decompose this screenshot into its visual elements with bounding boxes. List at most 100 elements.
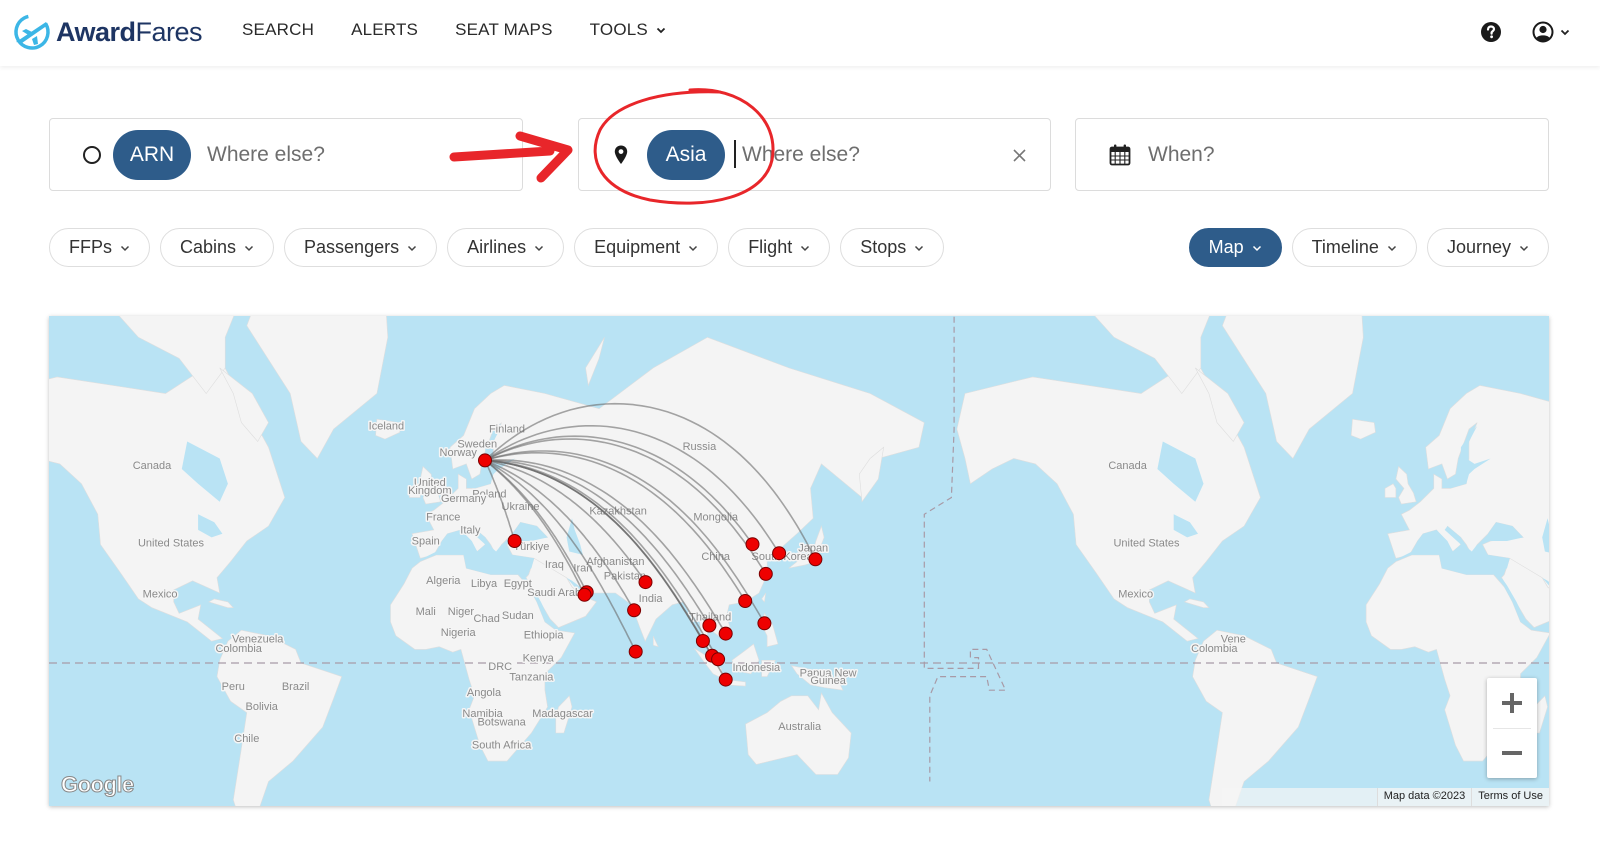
filter-cabins[interactable]: Cabins xyxy=(160,228,275,267)
awardfares-logo[interactable]: AwardFares xyxy=(12,12,203,52)
origin-chip-arn[interactable]: ARN xyxy=(113,129,191,180)
filter-bar: FFPs Cabins Passengers Airlines Equipmen… xyxy=(49,228,945,267)
user-menu[interactable] xyxy=(1532,21,1570,43)
country-label: Botswana xyxy=(477,717,526,729)
zoom-in-button[interactable] xyxy=(1487,678,1537,728)
country-label: Kenya xyxy=(523,653,555,665)
origin-input-placeholder[interactable]: Where else? xyxy=(207,143,325,167)
country-label: Italy xyxy=(460,525,481,537)
country-label: Mali xyxy=(416,606,436,618)
chevron-down-icon xyxy=(408,245,417,251)
country-label: Canada xyxy=(1108,460,1147,472)
country-label: Canada xyxy=(133,460,172,472)
destination-chip-label: Asia xyxy=(665,142,707,166)
country-label: Niger xyxy=(448,606,475,618)
view-map-label: Map xyxy=(1208,237,1244,257)
country-label: Angola xyxy=(467,687,502,699)
plus-icon xyxy=(1502,693,1522,713)
country-label: United States xyxy=(1113,537,1180,549)
destination-marker[interactable] xyxy=(738,594,753,608)
filter-cabins-label: Cabins xyxy=(180,237,237,257)
destination-marker[interactable] xyxy=(745,537,760,552)
map-canvas[interactable]: FinlandSwedenNorwayIcelandUnitedKingdom P… xyxy=(49,316,1549,806)
filter-ffps-label: FFPs xyxy=(69,237,112,257)
country-label: Libya xyxy=(471,578,498,590)
zoom-out-button[interactable] xyxy=(1487,728,1537,778)
destination-marker[interactable] xyxy=(695,634,710,648)
nav-alerts[interactable]: ALERTS xyxy=(351,20,418,40)
destination-chip-asia[interactable]: Asia xyxy=(647,129,725,180)
view-journey-label: Journey xyxy=(1446,237,1511,257)
destination-marker[interactable] xyxy=(808,552,823,567)
landmass-cuba xyxy=(1183,598,1210,608)
nav-search[interactable]: SEARCH xyxy=(242,20,314,40)
origin-field[interactable]: ARN Where else? xyxy=(49,118,523,191)
date-input-placeholder[interactable]: When? xyxy=(1148,143,1215,167)
destination-marker[interactable] xyxy=(627,603,642,618)
destination-marker[interactable] xyxy=(718,626,733,641)
chevron-down-icon xyxy=(656,27,666,34)
destination-marker[interactable] xyxy=(507,534,522,548)
view-map[interactable]: Map xyxy=(1188,228,1282,267)
destination-marker[interactable] xyxy=(711,652,726,667)
destination-input-placeholder[interactable]: Where else? xyxy=(742,143,860,167)
terms-of-use-link[interactable]: Terms of Use xyxy=(1471,788,1549,806)
landmass-sri-lanka xyxy=(653,636,659,648)
chevron-down-icon xyxy=(1560,29,1570,36)
nav-alerts-label: ALERTS xyxy=(351,20,419,39)
filter-ffps[interactable]: FFPs xyxy=(49,228,150,267)
landmass-australia xyxy=(745,692,852,775)
filter-stops[interactable]: Stops xyxy=(840,228,945,267)
destination-marker[interactable] xyxy=(577,587,592,602)
chevron-down-icon xyxy=(1387,245,1396,251)
filter-equipment-label: Equipment xyxy=(594,237,681,257)
destination-field[interactable]: Asia Where else? xyxy=(578,118,1051,191)
destination-marker[interactable] xyxy=(757,616,772,631)
nav-tools[interactable]: TOOLS xyxy=(590,20,666,40)
landmass-novaya-zemlya xyxy=(585,337,605,387)
country-label: Brazil xyxy=(282,681,310,693)
view-journey[interactable]: Journey xyxy=(1426,228,1549,267)
map-data-credit: Map data ©2023 xyxy=(1376,788,1472,806)
destination-marker[interactable] xyxy=(758,566,773,581)
filter-equipment[interactable]: Equipment xyxy=(574,228,719,267)
landmass-south-america xyxy=(1192,629,1318,806)
filter-flight-label: Flight xyxy=(748,237,793,257)
country-label: Nigeria xyxy=(441,627,477,639)
question-circle-icon[interactable] xyxy=(1480,21,1502,43)
destination-marker[interactable] xyxy=(702,618,717,633)
chevron-down-icon[interactable] xyxy=(487,149,501,163)
top-nav-bar: AwardFares SEARCH ALERTS SEAT MAPS TOOLS xyxy=(0,0,1600,66)
destination-marker[interactable] xyxy=(772,546,787,561)
country-label: Vene xyxy=(1221,634,1246,646)
date-line xyxy=(923,316,1007,782)
destination-marker[interactable] xyxy=(638,575,653,590)
nav-seat-maps[interactable]: SEAT MAPS xyxy=(455,20,553,40)
destination-marker[interactable] xyxy=(628,644,643,659)
origin-marker[interactable] xyxy=(478,453,492,468)
filter-airlines[interactable]: Airlines xyxy=(447,228,565,267)
filter-stops-label: Stops xyxy=(860,237,907,257)
landmass-iceland xyxy=(1350,418,1376,440)
filter-flight[interactable]: Flight xyxy=(728,228,831,267)
origin-circle-icon xyxy=(83,145,101,164)
attribution-spacer xyxy=(1221,788,1377,806)
country-label: Sudan xyxy=(502,610,534,622)
chevron-down-icon xyxy=(689,245,698,251)
date-field[interactable]: When? xyxy=(1075,118,1549,191)
view-timeline[interactable]: Timeline xyxy=(1291,228,1417,267)
country-label: Madagascar xyxy=(532,708,593,720)
country-label: Chad xyxy=(474,613,500,625)
country-label: Mexico xyxy=(143,589,178,601)
landmass-south-america xyxy=(216,629,343,806)
destination-marker[interactable] xyxy=(718,672,733,687)
filter-passengers[interactable]: Passengers xyxy=(284,228,438,267)
google-logo: Google xyxy=(61,772,135,798)
route-map[interactable]: Finland Sweden Norway Iceland United Kingdom P… xyxy=(49,316,1549,806)
close-icon[interactable] xyxy=(1012,148,1027,163)
nav-search-label: SEARCH xyxy=(242,20,315,39)
filter-airlines-label: Airlines xyxy=(467,237,527,257)
country-label: Russia xyxy=(683,441,718,453)
logo-text: AwardFares xyxy=(56,16,203,47)
chevron-down-icon xyxy=(1252,245,1261,251)
